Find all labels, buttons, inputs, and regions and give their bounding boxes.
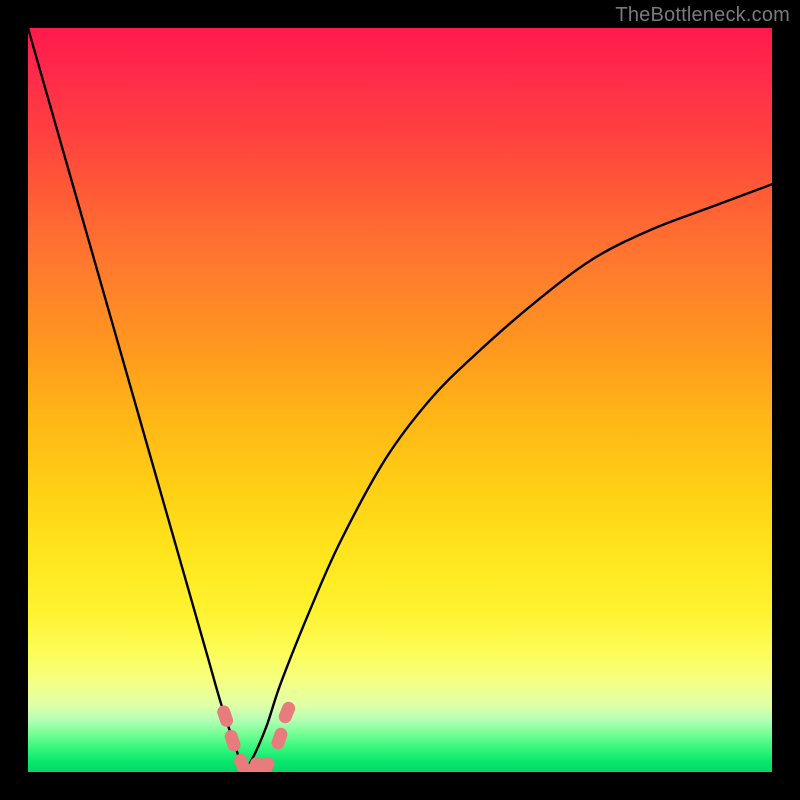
bottleneck-curve bbox=[28, 28, 772, 769]
marker-left-upper bbox=[216, 704, 235, 729]
marker-group bbox=[216, 700, 298, 772]
curve-layer bbox=[28, 28, 772, 772]
marker-right-upper bbox=[277, 700, 297, 725]
watermark-text: TheBottleneck.com bbox=[615, 4, 790, 27]
plot-area bbox=[28, 28, 772, 772]
marker-right-mid bbox=[270, 726, 289, 751]
marker-left-mid bbox=[223, 728, 242, 753]
chart-frame: TheBottleneck.com bbox=[0, 0, 800, 800]
